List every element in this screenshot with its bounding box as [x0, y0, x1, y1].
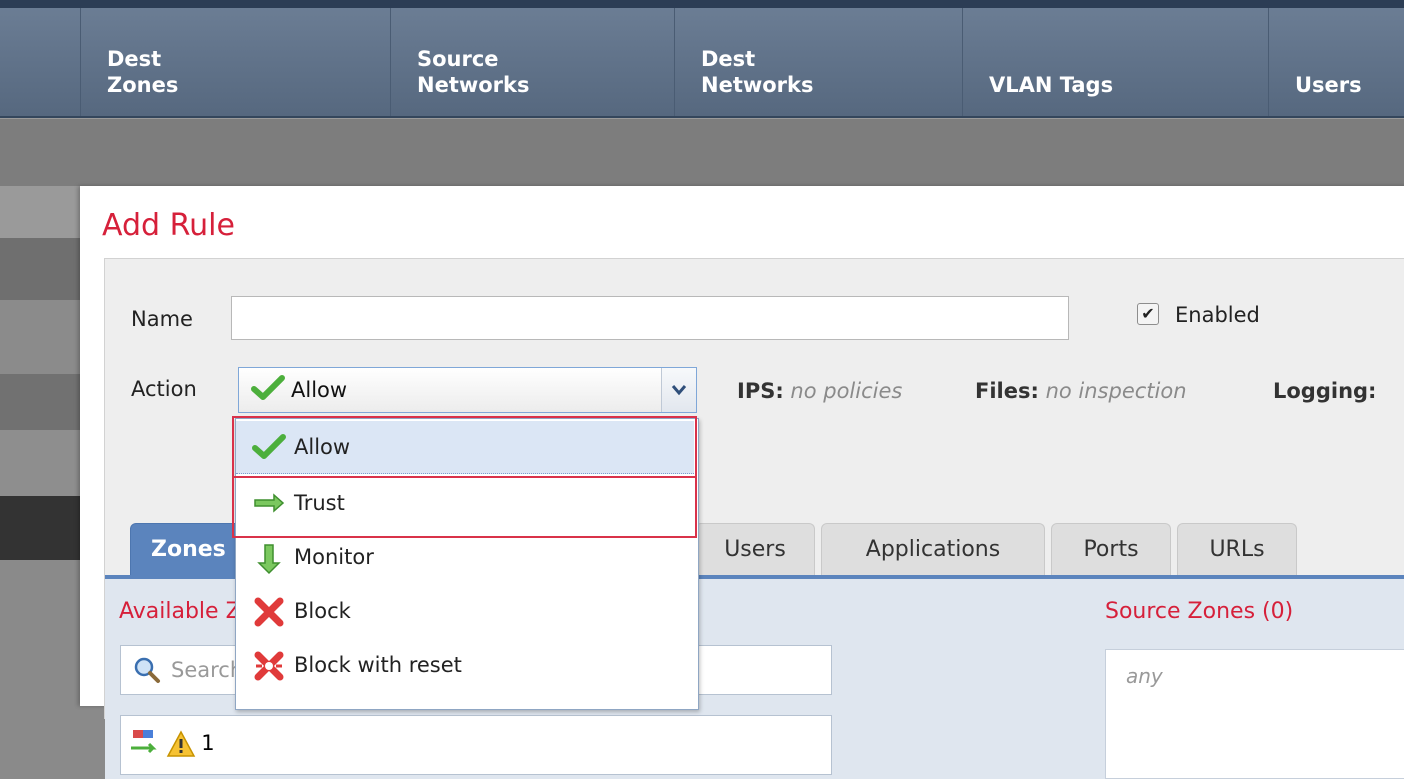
name-label: Name: [131, 307, 193, 331]
column-header-dest-networks[interactable]: Dest Networks: [674, 8, 962, 116]
table-subheader-bar: [0, 118, 1404, 187]
table-row: [0, 560, 80, 697]
x-icon: [252, 597, 286, 632]
action-select[interactable]: Allow: [238, 367, 697, 413]
enabled-checkbox[interactable]: ✔: [1137, 303, 1159, 325]
action-option-block-with-reset[interactable]: Block with reset: [236, 639, 694, 691]
dialog-title: Add Rule: [102, 208, 235, 243]
search-placeholder: Search: [171, 658, 244, 682]
action-option-label: Block: [294, 599, 351, 623]
column-header-users[interactable]: Users: [1268, 8, 1404, 116]
action-option-label: Monitor: [294, 545, 374, 569]
action-option-block[interactable]: Block: [236, 585, 694, 637]
zone-interface-icon: [129, 730, 166, 762]
available-zones-list[interactable]: 1: [120, 715, 832, 775]
arrow-down-icon: [252, 543, 286, 580]
logging-summary: Logging:: [1273, 379, 1376, 403]
files-summary: Files: no inspection: [975, 379, 1187, 403]
source-zones-list[interactable]: any: [1105, 649, 1404, 779]
action-option-monitor[interactable]: Monitor: [236, 531, 694, 583]
column-header-vlan-tags[interactable]: VLAN Tags: [962, 8, 1268, 116]
tab-users[interactable]: Users: [695, 523, 815, 575]
zone-item-label: 1: [201, 731, 215, 755]
column-header-source-networks[interactable]: Source Networks: [390, 8, 674, 116]
source-zones-empty: any: [1126, 664, 1163, 688]
source-zones-title: Source Zones (0): [1105, 599, 1294, 624]
table-row: [0, 186, 80, 238]
ips-value: no policies: [790, 379, 903, 403]
tab-ports[interactable]: Ports: [1051, 523, 1171, 575]
files-value: no inspection: [1045, 379, 1187, 403]
chevron-down-icon[interactable]: [661, 368, 696, 412]
action-label: Action: [131, 377, 197, 401]
table-row: [0, 238, 80, 300]
action-option-label: Block with reset: [294, 653, 462, 677]
name-input[interactable]: [231, 296, 1069, 340]
search-icon: [133, 656, 161, 688]
table-row: [0, 430, 80, 496]
column-header-dest-zones[interactable]: Dest Zones: [80, 8, 390, 116]
warning-icon: [166, 730, 201, 762]
highlight-box-trust: [232, 476, 697, 538]
logging-label: Logging:: [1273, 379, 1377, 403]
action-select-value: Allow: [291, 378, 348, 402]
files-label: Files:: [975, 379, 1039, 403]
ips-summary: IPS: no policies: [737, 379, 902, 403]
x-reset-icon: [252, 651, 286, 686]
table-row: [0, 300, 80, 374]
zone-list-item[interactable]: 1: [129, 726, 215, 763]
tab-urls[interactable]: URLs: [1177, 523, 1297, 575]
enabled-label: Enabled: [1175, 303, 1260, 327]
table-row: [0, 496, 80, 560]
table-row: [0, 374, 80, 430]
ips-label: IPS:: [737, 379, 784, 403]
highlight-box-allow: [232, 416, 697, 478]
rules-table-header: Dest Zones Source Networks Dest Networks…: [0, 0, 1404, 118]
tab-applications[interactable]: Applications: [821, 523, 1045, 575]
check-icon: [251, 374, 285, 406]
